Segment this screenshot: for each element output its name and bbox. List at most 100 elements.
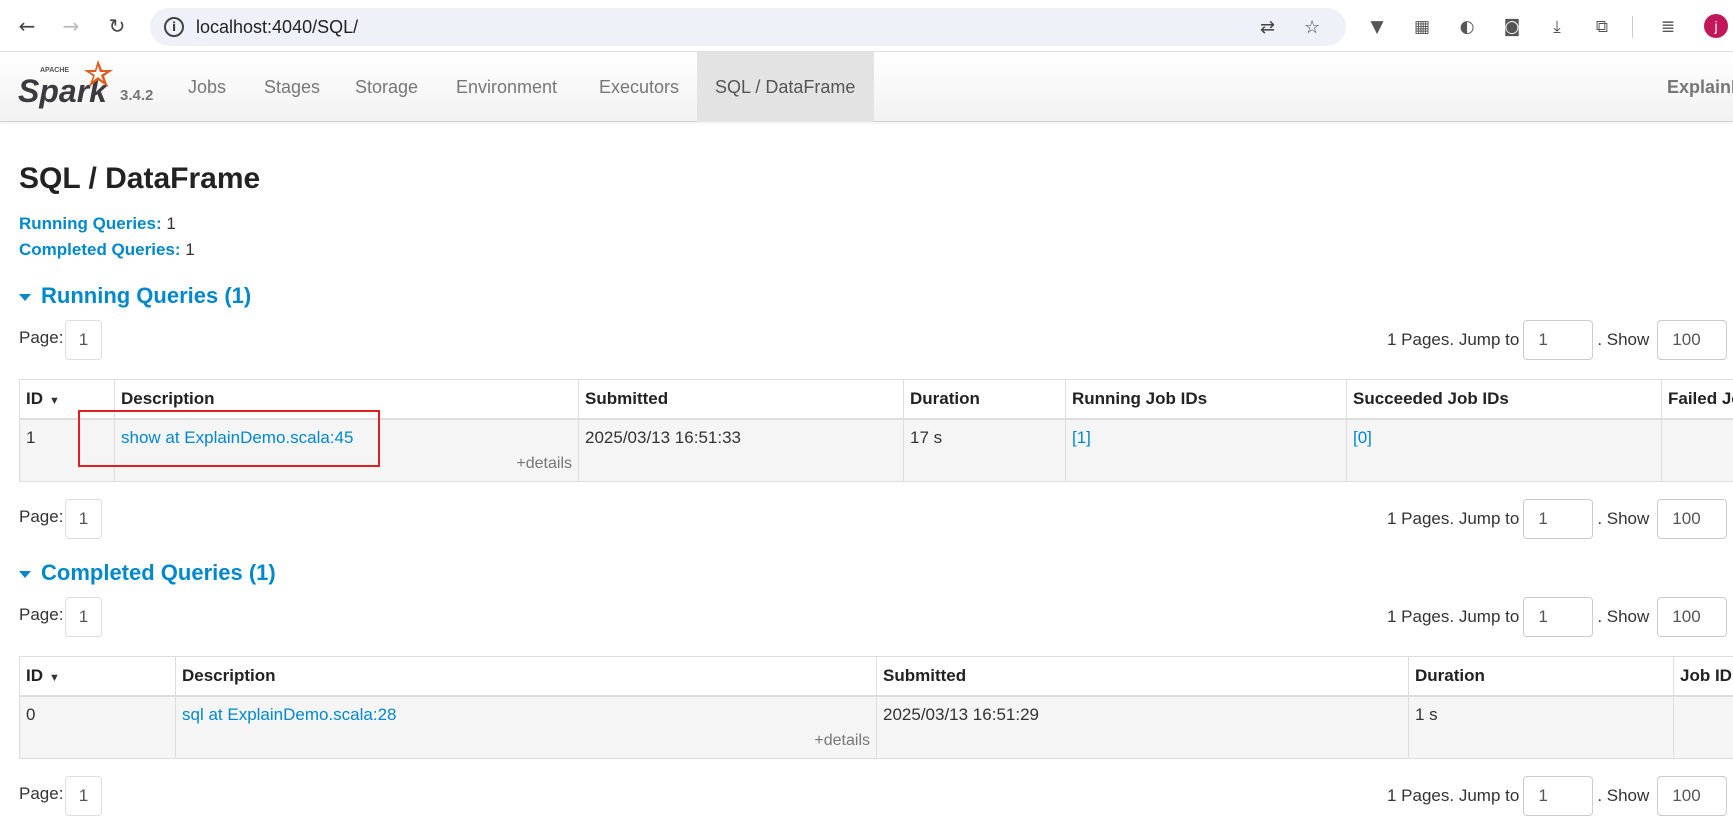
succeeded-job-link[interactable]: [0] bbox=[1353, 428, 1372, 447]
page-size-input[interactable]: 100 bbox=[1657, 776, 1728, 816]
pages-text: 1 Pages. Jump to bbox=[1387, 607, 1520, 626]
running-summary-label[interactable]: Running Queries: bbox=[19, 214, 162, 233]
back-arrow-icon[interactable]: ← bbox=[13, 12, 41, 40]
tab-jobs[interactable]: Jobs bbox=[170, 52, 244, 122]
completed-pager-top: Page: 1 1 Pages. Jump to 1 . Show 100 it bbox=[19, 597, 1733, 637]
tab-environment[interactable]: Environment bbox=[438, 52, 575, 122]
url-text: localhost:4040/SQL/ bbox=[196, 17, 359, 37]
pager-controls: 1 Pages. Jump to 1 . Show 100 it bbox=[1387, 320, 1733, 360]
running-pager-bottom: Page: 1 1 Pages. Jump to 1 . Show 100 it bbox=[19, 499, 1733, 539]
running-queries-title: Running Queries (1) bbox=[41, 283, 252, 308]
page-number-button[interactable]: 1 bbox=[65, 320, 102, 360]
table-row: 0 sql at ExplainDemo.scala:28 +details 2… bbox=[19, 695, 1733, 759]
query-description-link[interactable]: sql at ExplainDemo.scala:28 bbox=[182, 705, 397, 724]
spark-logo[interactable]: APACHE Spark bbox=[18, 58, 118, 112]
column-header-running-job-ids[interactable]: Running Job IDs bbox=[1065, 379, 1347, 420]
column-header-succeeded-job-ids[interactable]: Succeeded Job IDs bbox=[1346, 379, 1662, 420]
media-queue-icon[interactable]: ≣ bbox=[1657, 16, 1679, 38]
page-label: Page: bbox=[19, 605, 64, 624]
forward-arrow-icon[interactable]: → bbox=[57, 12, 85, 40]
page-size-input[interactable]: 100 bbox=[1657, 320, 1728, 360]
page-number-button[interactable]: 1 bbox=[65, 776, 102, 816]
completed-queries-title: Completed Queries (1) bbox=[41, 560, 276, 585]
extension-grid-icon[interactable]: ▦ bbox=[1411, 16, 1433, 38]
completed-summary-count: 1 bbox=[185, 240, 195, 259]
cell-submitted: 2025/03/13 16:51:33 bbox=[578, 418, 904, 482]
cell-description: sql at ExplainDemo.scala:28 +details bbox=[175, 695, 877, 759]
jump-to-page-input[interactable]: 1 bbox=[1523, 320, 1594, 360]
completed-pager-bottom: Page: 1 1 Pages. Jump to 1 . Show 100 it bbox=[19, 776, 1733, 816]
cell-duration: 1 s bbox=[1408, 695, 1674, 759]
cell-duration: 17 s bbox=[903, 418, 1066, 482]
query-description-link[interactable]: show at ExplainDemo.scala:45 bbox=[121, 428, 353, 447]
pages-text: 1 Pages. Jump to bbox=[1387, 330, 1520, 349]
jump-to-page-input[interactable]: 1 bbox=[1523, 597, 1594, 637]
app-name: ExplainDemo bbox=[1667, 77, 1733, 97]
column-header-description[interactable]: Description bbox=[175, 656, 877, 697]
sort-desc-icon: ▼ bbox=[49, 394, 60, 407]
column-header-job-ids[interactable]: Job ID bbox=[1673, 656, 1733, 697]
completed-queries-header[interactable]: Completed Queries (1) bbox=[19, 560, 276, 586]
tab-sql-dataframe[interactable]: SQL / DataFrame bbox=[697, 52, 874, 122]
show-text: . Show bbox=[1597, 786, 1650, 805]
download-icon[interactable]: ⤓ bbox=[1546, 16, 1568, 38]
table-row: 1 show at ExplainDemo.scala:45 +details … bbox=[19, 418, 1733, 482]
column-header-submitted[interactable]: Submitted bbox=[876, 656, 1409, 697]
page-number-button[interactable]: 1 bbox=[65, 499, 102, 539]
extension-v-icon[interactable]: ▼ bbox=[1366, 16, 1388, 38]
running-job-link[interactable]: [1] bbox=[1072, 428, 1091, 447]
profile-avatar[interactable]: j bbox=[1704, 14, 1728, 38]
cell-id: 1 bbox=[19, 418, 115, 482]
page-number-button[interactable]: 1 bbox=[65, 597, 102, 637]
running-queries-table: ID ▼ Description Submitted Duration Runni… bbox=[19, 379, 1733, 482]
spark-version: 3.4.2 bbox=[120, 87, 154, 104]
cell-id: 0 bbox=[19, 695, 176, 759]
column-header-submitted[interactable]: Submitted bbox=[578, 379, 904, 420]
cell-succeeded-job-ids: [0] bbox=[1346, 418, 1662, 482]
spark-navbar: APACHE Spark 3.4.2 Jobs Stages Storage E… bbox=[0, 52, 1733, 122]
bookmark-star-icon[interactable]: ☆ bbox=[1304, 17, 1320, 38]
cell-description: show at ExplainDemo.scala:45 +details bbox=[114, 418, 579, 482]
cell-running-job-ids: [1] bbox=[1065, 418, 1347, 482]
extension-shield-icon[interactable]: ◐ bbox=[1456, 16, 1478, 38]
table-header-row: ID ▼ Description Submitted Duration Job I… bbox=[19, 656, 1733, 697]
show-text: . Show bbox=[1597, 509, 1650, 528]
running-queries-header[interactable]: Running Queries (1) bbox=[19, 283, 251, 309]
page-size-input[interactable]: 100 bbox=[1657, 499, 1728, 539]
cell-submitted: 2025/03/13 16:51:29 bbox=[876, 695, 1409, 759]
running-pager-top: Page: 1 1 Pages. Jump to 1 . Show 100 it bbox=[19, 320, 1733, 360]
address-bar[interactable]: i localhost:4040/SQL/ ⇄ ☆ bbox=[150, 8, 1346, 46]
details-toggle[interactable]: +details bbox=[814, 732, 870, 750]
translate-icon[interactable]: ⇄ bbox=[1260, 17, 1275, 38]
page-label: Page: bbox=[19, 784, 64, 803]
sort-desc-icon: ▼ bbox=[49, 671, 60, 684]
tab-storage[interactable]: Storage bbox=[337, 52, 436, 122]
pages-text: 1 Pages. Jump to bbox=[1387, 509, 1520, 528]
running-summary-count: 1 bbox=[166, 214, 176, 233]
column-header-id[interactable]: ID ▼ bbox=[19, 379, 115, 420]
pager-controls: 1 Pages. Jump to 1 . Show 100 it bbox=[1387, 499, 1733, 539]
collapse-arrow-icon bbox=[19, 570, 31, 578]
column-header-duration[interactable]: Duration bbox=[1408, 656, 1674, 697]
column-header-id[interactable]: ID ▼ bbox=[19, 656, 176, 697]
page-size-input[interactable]: 100 bbox=[1657, 597, 1728, 637]
details-toggle[interactable]: +details bbox=[516, 455, 572, 473]
extensions-puzzle-icon[interactable]: ⧉ bbox=[1591, 16, 1613, 38]
page-label: Page: bbox=[19, 328, 64, 347]
pager-controls: 1 Pages. Jump to 1 . Show 100 it bbox=[1387, 776, 1733, 816]
jump-to-page-input[interactable]: 1 bbox=[1523, 776, 1594, 816]
reload-icon[interactable]: ↻ bbox=[103, 12, 131, 40]
cell-failed-job-ids bbox=[1661, 418, 1733, 482]
page-title: SQL / DataFrame bbox=[19, 162, 261, 195]
column-header-failed-job-ids[interactable]: Failed Jo bbox=[1661, 379, 1733, 420]
column-header-duration[interactable]: Duration bbox=[903, 379, 1066, 420]
tab-stages[interactable]: Stages bbox=[246, 52, 338, 122]
column-header-description[interactable]: Description bbox=[114, 379, 579, 420]
cell-job-ids bbox=[1673, 695, 1733, 759]
tab-executors[interactable]: Executors bbox=[581, 52, 697, 122]
completed-summary-label[interactable]: Completed Queries: bbox=[19, 240, 181, 259]
jump-to-page-input[interactable]: 1 bbox=[1523, 499, 1594, 539]
table-header-row: ID ▼ Description Submitted Duration Runni… bbox=[19, 379, 1733, 420]
site-info-icon[interactable]: i bbox=[164, 17, 184, 37]
extension-glasses-icon[interactable]: ◙ bbox=[1501, 16, 1523, 38]
